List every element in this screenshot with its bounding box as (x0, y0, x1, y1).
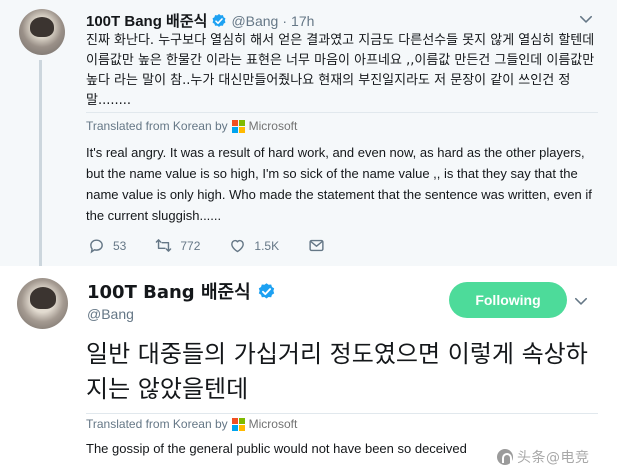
watermark-text: 头条@电竞 (517, 450, 590, 466)
avatar[interactable] (17, 278, 68, 329)
reply-count: 53 (113, 238, 127, 253)
divider (86, 413, 598, 414)
divider (86, 112, 598, 113)
thread-parent-tweet: 100T Bang 배준식 @Bang · 17h 진짜 화난다. 누구보다 열… (0, 0, 617, 272)
translation-attribution: Translated from Korean by Microsoft (86, 417, 297, 431)
translated-label: Translated from Korean by (86, 417, 228, 431)
tweet-text-korean: 일반 대중들의 가십거리 정도였으면 이렇게 속상하지는 않았을텐데 (86, 340, 588, 403)
like-icon (231, 239, 245, 253)
avatar[interactable] (19, 9, 65, 55)
translation-attribution: Translated from Korean by Microsoft (86, 119, 297, 133)
thread-connector-line (39, 60, 42, 272)
reply-icon (90, 239, 103, 254)
tweet-actions: 53 772 1.5K (88, 237, 354, 254)
microsoft-logo-icon (231, 417, 245, 431)
like-count: 1.5K (254, 238, 280, 253)
verified-badge-icon (212, 13, 226, 27)
tweet-text-korean: 진짜 화난다. 누구보다 열심히 해서 얻은 결과였고 지금도 다른선수들 못지… (86, 33, 595, 108)
tweet-header: 100T Bang 배준식 @Bang · 17h (86, 10, 314, 31)
following-button[interactable]: Following (449, 282, 567, 318)
verified-badge-icon (258, 282, 274, 299)
display-name[interactable]: 100T Bang 배준식 (87, 278, 251, 304)
chevron-down-icon[interactable] (579, 12, 593, 26)
message-icon (309, 239, 324, 252)
microsoft-logo-icon (231, 119, 245, 133)
focused-tweet: 100T Bang 배준식 @Bang Following 일반 대중들의 가십… (0, 266, 617, 476)
translator-name[interactable]: Microsoft (249, 119, 298, 133)
timestamp[interactable]: 17h (291, 13, 314, 29)
retweet-button[interactable]: 772 (155, 237, 200, 254)
watermark: 头条@电竞 (497, 447, 590, 467)
translated-label: Translated from Korean by (86, 119, 228, 133)
tweet-text-translation: The gossip of the general public would n… (86, 441, 467, 456)
direct-message-button[interactable] (308, 237, 325, 254)
translator-name[interactable]: Microsoft (249, 417, 298, 431)
watermark-logo-icon (497, 449, 513, 465)
display-name[interactable]: 100T Bang 배준식 (86, 10, 207, 31)
like-button[interactable]: 1.5K (229, 237, 279, 254)
author-name-row: 100T Bang 배준식 (87, 278, 276, 304)
reply-button[interactable]: 53 (88, 237, 126, 254)
separator-dot: · (282, 12, 288, 29)
tweet-text-translation: It's real angry. It was a result of hard… (86, 145, 592, 223)
retweet-icon (156, 239, 172, 252)
chevron-down-icon[interactable] (574, 294, 588, 308)
retweet-count: 772 (180, 238, 201, 253)
handle[interactable]: @Bang (87, 306, 134, 322)
handle[interactable]: @Bang (231, 13, 278, 29)
